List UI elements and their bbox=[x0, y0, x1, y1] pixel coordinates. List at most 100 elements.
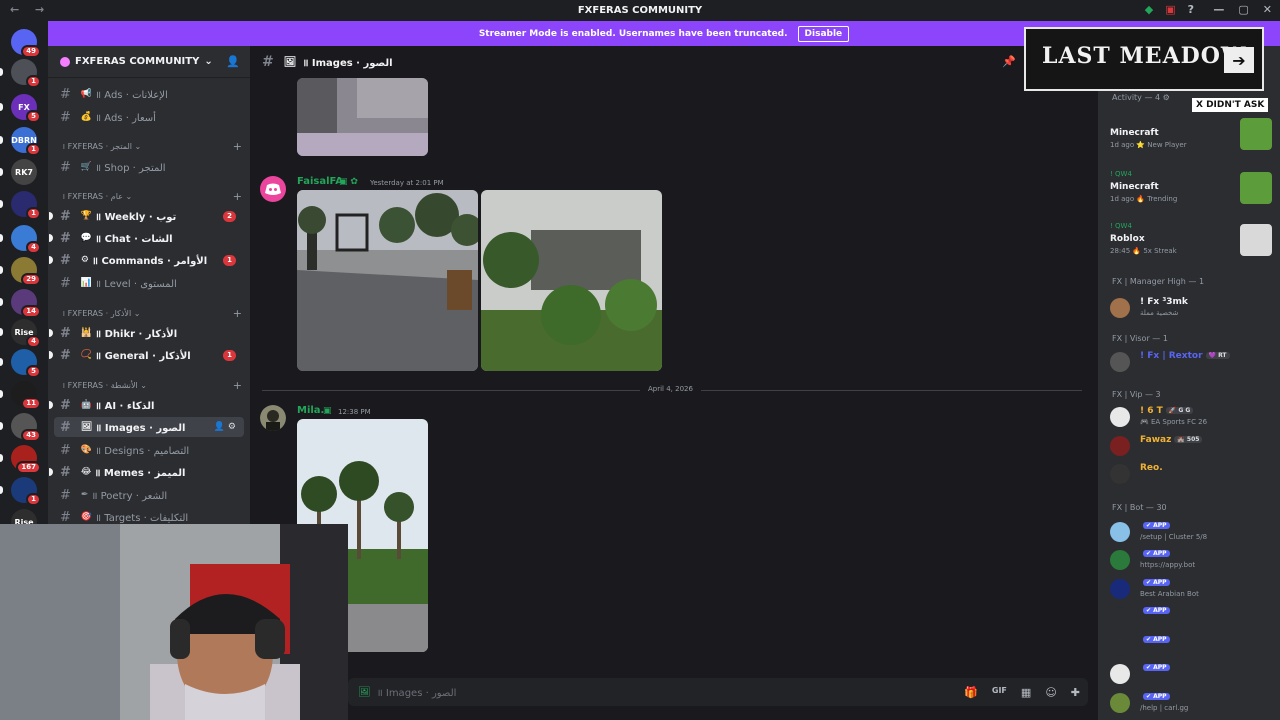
member-item[interactable]: ✔ APP/setup | Cluster 5/8 bbox=[1110, 518, 1272, 546]
mention-badge: 11 bbox=[21, 397, 41, 410]
member-tag-badge: ✔ APP bbox=[1143, 579, 1170, 586]
avatar[interactable] bbox=[260, 176, 286, 202]
server-icon[interactable]: 5 bbox=[11, 349, 41, 378]
channel-title: ॥ Images · الصور bbox=[302, 58, 393, 69]
inbox-icon[interactable]: ▣ bbox=[1165, 3, 1175, 16]
channel-item[interactable]: # 🤖 ॥ AI · الذكاء bbox=[49, 395, 244, 415]
channel-label: ॥ Weekly · توب bbox=[95, 212, 177, 223]
channel-item[interactable]: # 💬 ॥ Chat · الشات bbox=[49, 228, 244, 248]
server-icon[interactable]: 1 bbox=[11, 59, 41, 88]
server-icon[interactable]: 1 bbox=[11, 477, 41, 506]
member-item[interactable]: ✔ APP Best Arabian Bot bbox=[1110, 575, 1272, 603]
member-name: ✔ APP bbox=[1140, 578, 1170, 588]
image-attachment[interactable] bbox=[481, 190, 662, 371]
member-name-text: ! Fx ³3mk bbox=[1140, 297, 1188, 307]
channel-label: ॥ Designs · التصاميم bbox=[95, 446, 190, 457]
channel-item[interactable]: # 🏆 ॥ Weekly · توب 2 bbox=[49, 206, 244, 226]
back-forward-nav[interactable]: ← → bbox=[10, 3, 50, 16]
image-attachment[interactable] bbox=[297, 78, 428, 156]
message-author[interactable]: FaisalFA bbox=[297, 176, 343, 187]
activity-meta: 28:45 🔥 5x Streak bbox=[1110, 247, 1177, 255]
channel-item[interactable]: # 🛒 ॥ Shop · المتجر bbox=[54, 157, 244, 177]
help-icon[interactable]: ? bbox=[1188, 3, 1194, 16]
close-button[interactable]: ✕ bbox=[1263, 3, 1272, 16]
server-icon[interactable]: 167 bbox=[11, 445, 41, 474]
activity-card[interactable]: Minecraft 1d ago ⭐ New Player bbox=[1110, 116, 1272, 164]
add-channel-icon[interactable]: + bbox=[233, 379, 242, 392]
sticker-icon[interactable]: ▦ bbox=[1021, 686, 1031, 699]
add-channel-icon[interactable]: + bbox=[233, 140, 242, 153]
image-attachment[interactable] bbox=[297, 190, 478, 371]
category-header[interactable]: । FXFERAS · الأنشطة ⌄ + bbox=[62, 379, 242, 392]
activity-card[interactable]: ! QW4 Minecraft 1d ago 🔥 Trending bbox=[1110, 170, 1272, 218]
member-item[interactable]: ! Fx | Rextor 💜 RT bbox=[1110, 348, 1272, 376]
member-item[interactable]: ✔ APP bbox=[1110, 603, 1272, 631]
channel-item[interactable]: # 💰 ॥ Ads · أسعار bbox=[54, 107, 244, 127]
server-icon[interactable]: Rise 4 bbox=[11, 319, 41, 348]
emoji-icon[interactable]: ☺ bbox=[1045, 686, 1056, 699]
guild-header[interactable]: FXFERAS COMMUNITY ⌄ 👤 bbox=[48, 46, 250, 78]
member-item[interactable]: Fawaz 🏰 505 bbox=[1110, 432, 1272, 460]
message-composer[interactable]: 🖼 ॥ Images · الصور 🎁 GIF ▦ ☺ ✚ bbox=[348, 678, 1088, 706]
apps-icon[interactable]: ✚ bbox=[1071, 686, 1080, 699]
member-item[interactable]: ! 6 T 🚀 G G 🎮 EA Sports FC 26 bbox=[1110, 403, 1272, 431]
channel-emoji-icon: 📢 bbox=[80, 89, 93, 99]
pin-icon[interactable]: 📌 bbox=[1002, 55, 1016, 68]
channel-header: # 🖼 ॥ Images · الصور bbox=[250, 46, 1030, 78]
avatar bbox=[1110, 636, 1130, 656]
server-icon[interactable]: RK7 bbox=[11, 159, 37, 185]
role-group-header: FX | Visor — 1 bbox=[1112, 334, 1168, 343]
gif-button[interactable]: GIF bbox=[992, 686, 1007, 699]
server-icon[interactable]: 1 bbox=[11, 191, 41, 220]
member-item[interactable]: ✔ APP bbox=[1110, 660, 1272, 688]
server-icon[interactable]: 49 bbox=[11, 29, 41, 58]
channel-emoji-icon: 📿 bbox=[80, 350, 93, 360]
member-item[interactable]: ✔ APP https://appy.bot bbox=[1110, 546, 1272, 574]
category-header[interactable]: । FXFERAS · الأذكار ⌄ + bbox=[62, 307, 242, 320]
message-author[interactable]: Mila. bbox=[297, 405, 324, 416]
member-item[interactable]: ✔ APP/help | carl.gg bbox=[1110, 689, 1272, 717]
server-icon[interactable]: 29 bbox=[11, 257, 41, 286]
hashtag-icon: # bbox=[60, 419, 71, 435]
mention-badge: 4 bbox=[26, 241, 41, 254]
channel-item[interactable]: # 🖼 ॥ Images · الصور 👤 ⚙ bbox=[54, 417, 244, 437]
channel-item[interactable]: # 🕌 ॥ Dhikr · الأذكار bbox=[49, 323, 244, 343]
channel-item[interactable]: # 📿 ॥ General · الأذكار 1 bbox=[49, 345, 244, 365]
server-icon[interactable]: 11 bbox=[11, 381, 41, 410]
webcam-overlay bbox=[0, 524, 348, 720]
member-item[interactable]: ✔ APP bbox=[1110, 632, 1272, 660]
avatar[interactable] bbox=[260, 405, 286, 431]
channel-item[interactable]: # ✒ ॥ Poetry · الشعر bbox=[54, 485, 244, 505]
category-header[interactable]: । FXFERAS · المتجر ⌄ + bbox=[62, 140, 242, 153]
invite-people-icon[interactable]: 👤 bbox=[226, 55, 240, 68]
gift-icon[interactable]: 🎁 bbox=[964, 686, 978, 699]
add-channel-icon[interactable]: + bbox=[233, 307, 242, 320]
server-icon[interactable]: 4 bbox=[11, 225, 41, 254]
channel-item[interactable]: # 😂 ॥ Memes · الميمز bbox=[49, 462, 244, 482]
server-icon[interactable]: 43 bbox=[11, 413, 41, 442]
server-icon[interactable]: FX 5 bbox=[11, 94, 41, 123]
message-timestamp: 12:38 PM bbox=[338, 408, 371, 416]
nitro-icon[interactable]: ◆ bbox=[1145, 3, 1153, 16]
member-name: ✔ APP bbox=[1140, 635, 1170, 645]
server-icon[interactable]: DBRN 1 bbox=[11, 127, 41, 156]
channel-label: ॥ Commands · الأوامر bbox=[91, 256, 208, 267]
minimize-button[interactable]: — bbox=[1213, 3, 1224, 16]
server-icon[interactable]: 14 bbox=[11, 289, 41, 318]
channel-settings-icon[interactable]: 👤 ⚙ bbox=[214, 422, 236, 432]
channel-item[interactable]: # 📊 ॥ Level · المستوى bbox=[54, 273, 244, 293]
category-header[interactable]: । FXFERAS · عام ⌄ + bbox=[62, 190, 242, 203]
member-item[interactable]: Reo. bbox=[1110, 460, 1272, 488]
member-item[interactable]: ! Fx ³3mk شخصية مملة bbox=[1110, 294, 1272, 322]
hashtag-icon: # bbox=[60, 325, 71, 341]
channel-item[interactable]: # 🎨 ॥ Designs · التصاميم bbox=[54, 440, 244, 460]
activity-card[interactable]: ! QW4 Roblox 28:45 🔥 5x Streak bbox=[1110, 222, 1272, 270]
maximize-button[interactable]: ▢ bbox=[1238, 3, 1248, 16]
add-channel-icon[interactable]: + bbox=[233, 190, 242, 203]
role-group-header: FX | Vip — 3 bbox=[1112, 390, 1161, 399]
channel-item[interactable]: # 📢 ॥ Ads · الإعلانات bbox=[54, 84, 244, 104]
disable-streamer-mode-button[interactable]: Disable bbox=[797, 25, 850, 42]
channel-item[interactable]: # ⚙ ॥ Commands · الأوامر 1 bbox=[49, 250, 244, 270]
channel-label: ॥ Ads · أسعار bbox=[95, 113, 156, 124]
member-tag-badge: ✔ APP bbox=[1143, 664, 1170, 671]
